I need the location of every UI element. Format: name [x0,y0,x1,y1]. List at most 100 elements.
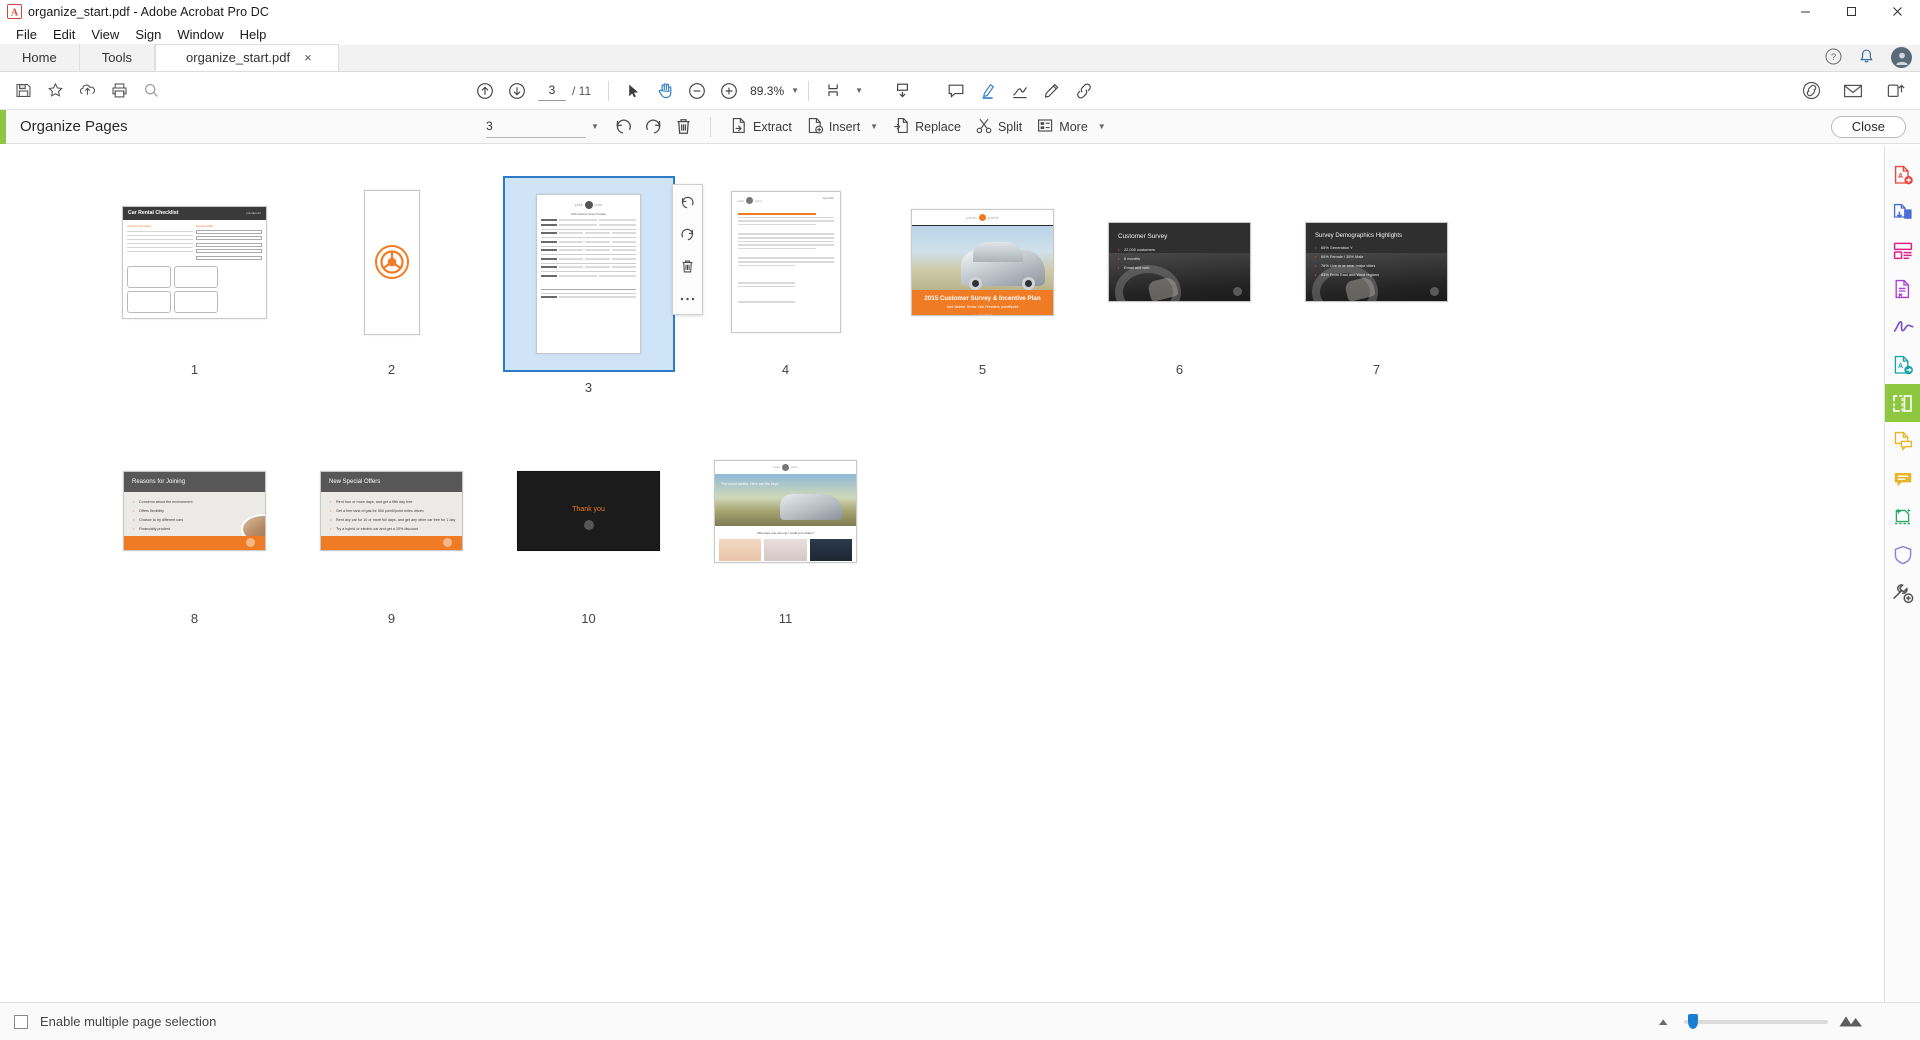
share-document-icon[interactable] [1880,76,1910,106]
send-for-signature-tool[interactable]: A [1885,346,1920,384]
zoom-in-icon[interactable] [714,76,744,106]
thumbnail-size-slider-track[interactable] [1684,1013,1828,1029]
page-thumbnail-6[interactable]: Customer Survey 22,000 customers 6 month… [1081,176,1278,395]
fill-and-sign-tool[interactable] [1885,308,1920,346]
upload-cloud-icon[interactable] [72,76,102,106]
combine-files-tool[interactable] [1885,194,1920,232]
thumbnail-frame: New Special Offers Rent four or more day… [306,425,478,597]
page-number-label: 4 [781,362,790,377]
add-comment-tool[interactable] [1885,460,1920,498]
menu-help[interactable]: Help [232,25,275,44]
enable-multiple-page-selection-checkbox[interactable] [14,1014,28,1029]
page-number-label: 1 [190,362,199,377]
menu-window[interactable]: Window [169,25,231,44]
page-thumbnail-1[interactable]: Car Rental Checklist point●point Contact… [96,176,293,395]
rotate-clockwise-icon[interactable] [638,112,668,142]
menu-sign[interactable]: Sign [127,25,169,44]
thumbnail-size-slider-handle[interactable] [1688,1013,1698,1029]
attach-link-icon[interactable] [1069,76,1099,106]
page-thumbnail-4[interactable]: point point April 2015 4 [687,176,884,395]
page-scroll-icon[interactable] [887,76,917,106]
enhance-scans-tool[interactable] [1885,498,1920,536]
insert-chevron-down-icon[interactable]: ▼ [870,122,878,131]
extract-pages-button[interactable]: Extract [723,113,799,141]
more-chevron-down-icon[interactable]: ▼ [1098,122,1106,131]
page-thumbnail-3[interactable]: point point 2015 Customer Survey Template [490,176,703,395]
organize-page-range-field[interactable]: ▼ [486,115,599,138]
more-options-button[interactable]: More ▼ [1029,113,1112,141]
page-preview: Survey Demographics Highlights 65% Gener… [1305,222,1448,302]
delete-pages-icon[interactable] [668,112,698,142]
fill-and-sign-icon[interactable] [1037,76,1067,106]
tab-tools[interactable]: Tools [79,44,156,71]
rotate-clockwise-icon[interactable] [676,224,698,245]
help-icon[interactable]: ? [1825,48,1842,68]
small-thumbnails-icon[interactable] [1656,1014,1674,1030]
toolbar-center-group: / 11 89.3% ▼ [470,76,1099,106]
close-organize-pages-button[interactable]: Close [1830,115,1906,138]
tab-close-icon[interactable]: × [304,51,312,64]
hand-tool-icon[interactable] [650,76,680,106]
page-thumbnail-2[interactable]: 2 [293,176,490,395]
print-icon[interactable] [104,76,134,106]
protect-tool[interactable] [1885,536,1920,574]
add-to-favorites-icon[interactable] [40,76,70,106]
select-tool-icon[interactable] [618,76,648,106]
previous-page-icon[interactable] [470,76,500,106]
split-document-button[interactable]: Split [968,113,1029,141]
create-pdf-tool[interactable]: A [1885,156,1920,194]
close-button[interactable] [1874,0,1920,23]
attach-link-right-icon[interactable] [1796,76,1826,106]
export-pdf-tool[interactable] [1885,270,1920,308]
zoom-level-label[interactable]: 89.3% [750,84,784,98]
tab-document[interactable]: organize_start.pdf × [155,44,339,71]
page6-bullets: 22,000 customers 6 months Email and web [1118,247,1155,274]
zoom-chevron-down-icon[interactable]: ▼ [791,86,799,95]
fit-chevron-down-icon[interactable]: ▼ [855,86,863,95]
page-thumbnail-7[interactable]: Survey Demographics Highlights 65% Gener… [1278,176,1475,395]
multiple-selection-control[interactable]: Enable multiple page selection [14,1014,216,1029]
page-number-input[interactable] [538,80,566,101]
menu-file[interactable]: File [8,25,45,44]
page-thumbnail-9[interactable]: New Special Offers Rent four or more day… [293,425,490,626]
page-thumbnail-11[interactable]: point point The world awaits. Here are th… [687,425,884,626]
search-icon[interactable] [136,76,166,106]
draw-freehand-icon[interactable] [1005,76,1035,106]
next-page-icon[interactable] [502,76,532,106]
organize-page-range-input[interactable] [486,115,586,138]
chevron-down-icon[interactable]: ▼ [591,122,599,131]
page-thumbnail-10[interactable]: Thank you 10 [490,425,687,626]
rotate-counterclockwise-icon[interactable] [608,112,638,142]
fit-page-icon[interactable] [818,76,848,106]
send-email-icon[interactable] [1838,76,1868,106]
zoom-out-icon[interactable] [682,76,712,106]
save-icon[interactable] [8,76,38,106]
add-comment-icon[interactable] [941,76,971,106]
tab-home[interactable]: Home [0,44,80,71]
delete-page-icon[interactable] [676,256,698,277]
menu-view[interactable]: View [83,25,127,44]
maximize-button[interactable] [1828,0,1874,23]
replace-pages-button[interactable]: Replace [885,113,968,141]
organize-pages-tool[interactable] [1884,384,1920,422]
large-thumbnails-icon[interactable] [1838,1013,1864,1031]
rotate-counterclockwise-icon[interactable] [676,192,698,213]
page1-title: Car Rental Checklist [128,210,179,216]
comment-tool[interactable] [1885,422,1920,460]
minimize-button[interactable] [1782,0,1828,23]
page-thumbnail-8[interactable]: Reasons for Joining Concerns about the e… [96,425,293,626]
insert-pages-button[interactable]: Insert ▼ [799,113,885,141]
thumbnail-frame: Customer Survey 22,000 customers 6 month… [1094,176,1266,348]
highlight-text-icon[interactable] [973,76,1003,106]
notification-bell-icon[interactable] [1858,48,1875,68]
page-number-label: 7 [1372,362,1381,377]
menu-edit[interactable]: Edit [45,25,83,44]
user-avatar[interactable] [1891,47,1912,68]
page-preview: Reasons for Joining Concerns about the e… [123,471,266,551]
more-tools[interactable] [1885,574,1920,612]
more-actions-icon[interactable] [676,288,698,309]
edit-pdf-tool[interactable] [1885,232,1920,270]
page-thumbnail-5[interactable]: point point 2015 Customer Survey & Incent… [884,176,1081,395]
page3-title: 2015 Customer Survey Template [571,213,606,216]
organize-accent-stripe [0,109,6,144]
